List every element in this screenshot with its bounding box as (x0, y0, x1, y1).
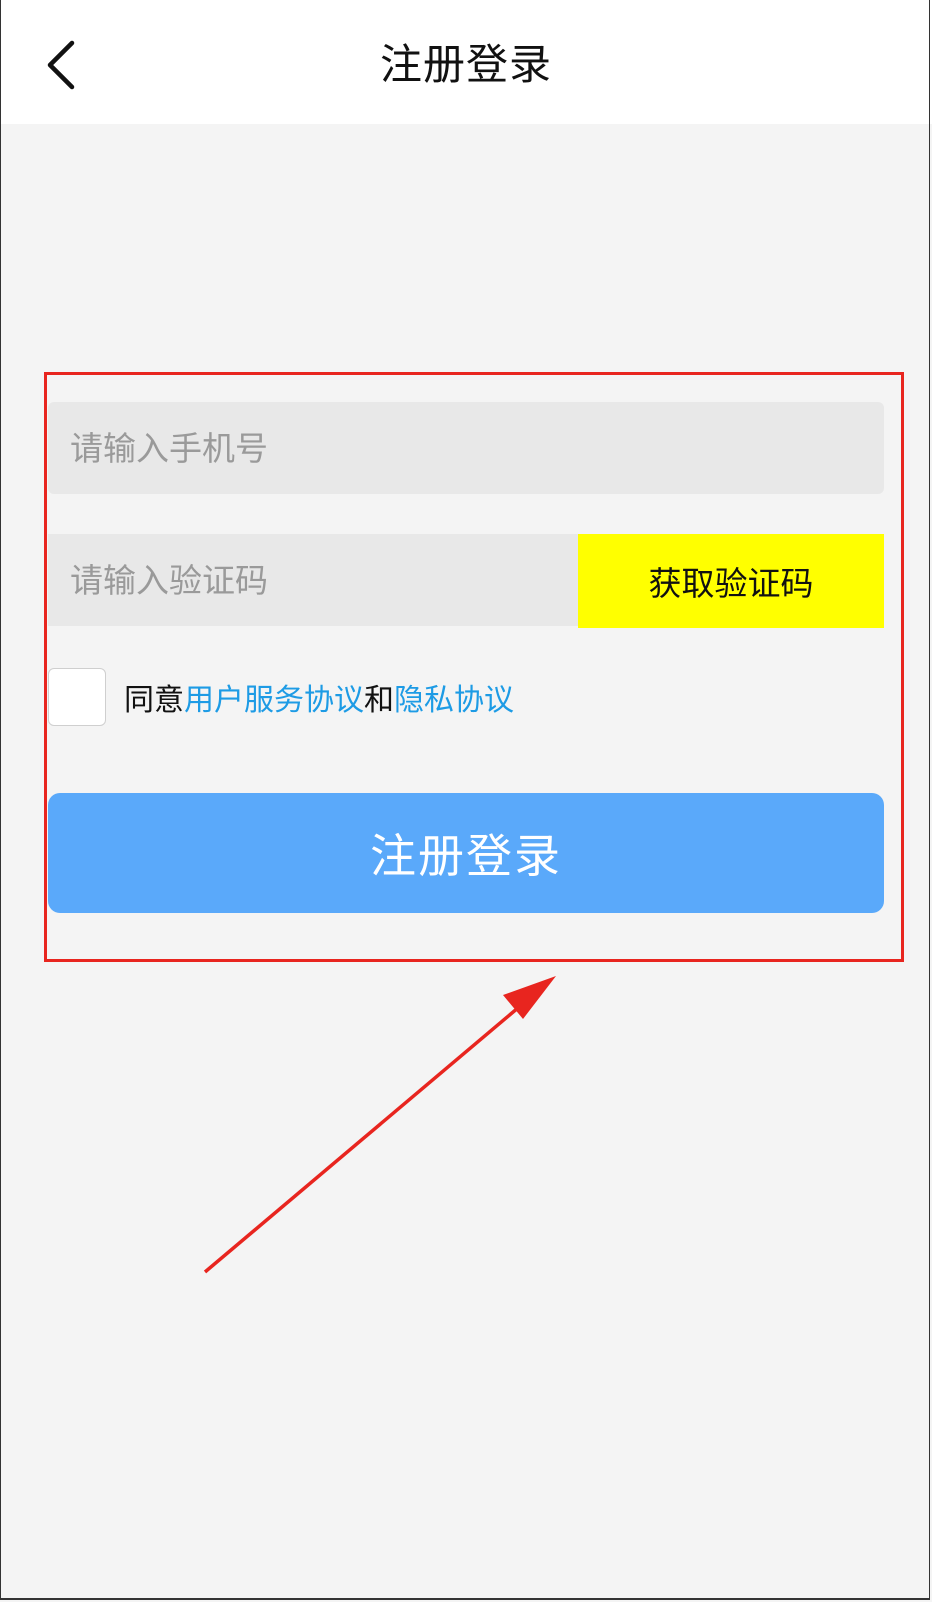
phone-input[interactable] (48, 402, 884, 494)
agreement-conjunction: 和 (364, 683, 394, 718)
page-title: 注册登录 (379, 40, 552, 89)
agreement-row: 同意用户服务协议和隐私协议 (48, 666, 514, 728)
top-bar: 注册登录 (0, 0, 932, 124)
register-login-button[interactable]: 注册登录 (48, 793, 884, 913)
agreement-prefix: 同意 (124, 683, 184, 718)
agreement-text: 同意用户服务协议和隐私协议 (124, 675, 514, 719)
agreement-checkbox[interactable] (48, 668, 106, 726)
get-code-button[interactable]: 获取验证码 (578, 534, 884, 628)
privacy-policy-link[interactable]: 隐私协议 (394, 683, 514, 718)
user-agreement-link[interactable]: 用户服务协议 (184, 683, 364, 718)
verification-code-input[interactable] (48, 534, 578, 626)
